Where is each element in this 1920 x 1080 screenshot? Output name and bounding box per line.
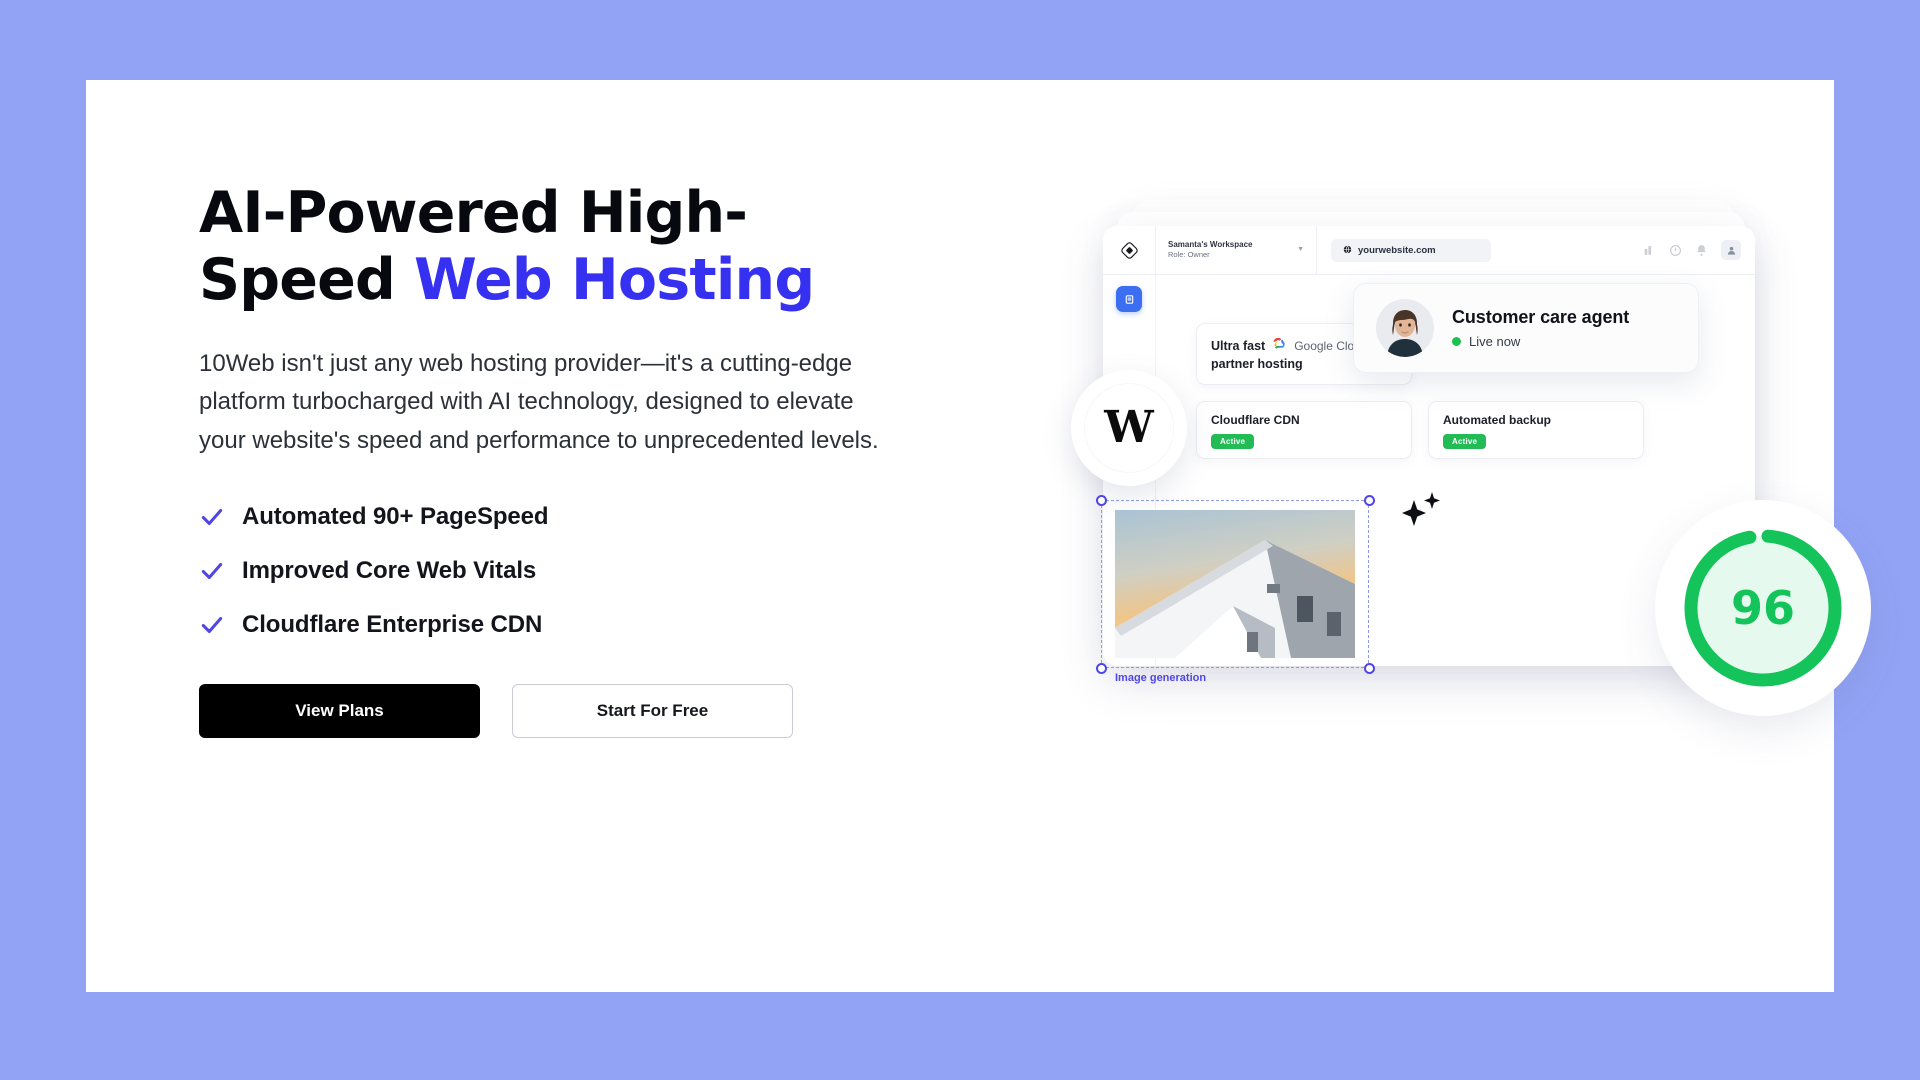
customer-care-status: Live now	[1452, 334, 1629, 349]
dashboard-icon[interactable]	[1116, 286, 1142, 312]
feature-item: Improved Core Web Vitals	[199, 557, 919, 585]
start-for-free-button[interactable]: Start For Free	[512, 684, 793, 739]
check-icon	[199, 558, 225, 584]
cta-row: View Plans Start For Free	[199, 684, 919, 739]
feature-item: Automated 90+ PageSpeed	[199, 503, 919, 531]
cloudflare-cdn-title: Cloudflare CDN	[1211, 413, 1300, 427]
pagespeed-score: 96	[1655, 500, 1871, 716]
resize-handle-icon[interactable]	[1095, 494, 1107, 506]
automated-backup-title: Automated backup	[1443, 413, 1552, 427]
10web-logo-icon	[1103, 241, 1155, 259]
browser-toolbar: Samanta's Workspace Role: Owner ▼ yourwe…	[1103, 226, 1755, 275]
image-generation-label: Image generation	[1115, 672, 1207, 684]
online-dot-icon	[1452, 337, 1461, 346]
view-plans-button[interactable]: View Plans	[199, 684, 480, 739]
google-cloud-icon	[1272, 337, 1287, 355]
help-icon[interactable]	[1669, 244, 1682, 257]
customer-care-name: Customer care agent	[1452, 307, 1630, 327]
resize-handle-icon[interactable]	[1095, 662, 1107, 674]
status-badge: Active	[1211, 434, 1255, 449]
analytics-icon[interactable]	[1643, 244, 1656, 257]
headline-line-1: AI-Powered High-	[199, 180, 748, 246]
image-generation-selection[interactable]: Image generation	[1095, 494, 1375, 684]
automated-backup-card: Automated backup Active	[1428, 401, 1644, 459]
feature-label: Automated 90+ PageSpeed	[242, 503, 549, 531]
customer-care-card: Customer care agent Live now	[1353, 283, 1699, 373]
page-title: AI-Powered High- Speed Web Hosting	[199, 180, 919, 315]
gcloud-strong-text: Ultra fast	[1211, 339, 1266, 353]
globe-icon	[1343, 241, 1352, 259]
toolbar-icons	[1643, 240, 1741, 260]
feature-label: Cloudflare Enterprise CDN	[242, 611, 543, 639]
chevron-down-icon: ▼	[1297, 246, 1304, 254]
architecture-photo	[1115, 510, 1355, 658]
notification-bell-icon[interactable]	[1695, 244, 1708, 257]
status-badge: Active	[1443, 434, 1487, 449]
workspace-role: Role: Owner	[1168, 250, 1210, 260]
wordpress-badge: W	[1071, 370, 1187, 486]
ai-sparkle-icon	[1401, 490, 1443, 535]
site-url-text: yourwebsite.com	[1358, 244, 1436, 256]
resize-handle-icon[interactable]	[1363, 662, 1375, 674]
site-url-chip[interactable]: yourwebsite.com	[1331, 238, 1491, 262]
headline-line-2-plain: Speed	[199, 247, 415, 314]
workspace-text: Samanta's Workspace Role: Owner	[1168, 240, 1252, 261]
resize-handle-icon[interactable]	[1363, 494, 1375, 506]
dashboard-mockup: Samanta's Workspace Role: Owner ▼ yourwe…	[1071, 200, 1871, 840]
workspace-name: Samanta's Workspace	[1168, 239, 1253, 249]
cloudflare-cdn-card: Cloudflare CDN Active	[1196, 401, 1412, 459]
check-icon	[199, 504, 225, 530]
customer-care-status-text: Live now	[1469, 334, 1521, 349]
wordpress-logo-icon: W	[1104, 402, 1154, 453]
page-root: AI-Powered High- Speed Web Hosting 10Web…	[0, 0, 1920, 1080]
workspace-switcher[interactable]: Samanta's Workspace Role: Owner ▼	[1156, 240, 1316, 261]
hero-left-column: AI-Powered High- Speed Web Hosting 10Web…	[199, 180, 919, 739]
user-avatar-icon[interactable]	[1721, 240, 1741, 260]
hero-card: AI-Powered High- Speed Web Hosting 10Web…	[86, 80, 1871, 992]
feature-list: Automated 90+ PageSpeed Improved Core We…	[199, 503, 919, 639]
feature-label: Improved Core Web Vitals	[242, 557, 537, 585]
headline-line-2-accent: Web Hosting	[414, 247, 815, 314]
check-icon	[199, 612, 225, 638]
toolbar-divider	[1316, 226, 1317, 275]
customer-care-text: Customer care agent Live now	[1452, 307, 1629, 349]
agent-avatar	[1376, 299, 1434, 357]
wordpress-badge-inner: W	[1084, 383, 1174, 473]
feature-item: Cloudflare Enterprise CDN	[199, 611, 919, 639]
pagespeed-score-value: 96	[1730, 581, 1795, 635]
hero-subcopy: 10Web isn't just any web hosting provide…	[199, 349, 879, 455]
